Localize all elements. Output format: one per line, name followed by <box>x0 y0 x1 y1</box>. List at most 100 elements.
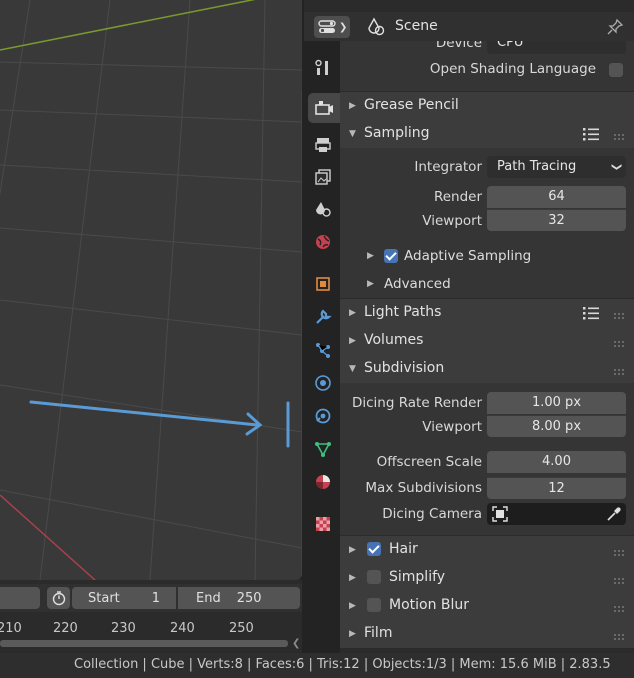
chevron-down-icon: ▼ <box>349 364 356 374</box>
status-bar: Collection | Cube | Verts:8 | Faces:6 | … <box>0 653 634 678</box>
panel-sampling[interactable]: ▼ Sampling <box>340 120 634 148</box>
drag-grip-icon[interactable] <box>614 630 626 646</box>
panel-volumes[interactable]: ▶ Volumes <box>340 327 634 355</box>
end-frame-field[interactable]: End 250 <box>178 587 300 609</box>
chevron-left-icon[interactable]: ❮ <box>292 638 300 649</box>
integrator-label: Integrator <box>414 159 482 175</box>
eyedropper-icon[interactable] <box>606 506 622 526</box>
panel-title: Light Paths <box>364 304 442 320</box>
ruler-tick: 250 <box>229 621 254 636</box>
panel-simplify[interactable]: ▶ Simplify <box>340 564 634 592</box>
motion-blur-checkbox[interactable] <box>367 598 381 612</box>
subpanel-advanced[interactable]: ▶ Advanced <box>340 274 634 296</box>
panel-title: Volumes <box>364 332 424 348</box>
panel-subdivision[interactable]: ▼ Subdivision <box>340 355 634 383</box>
properties-editor-icon <box>318 20 336 33</box>
advanced-label: Advanced <box>384 276 451 292</box>
panel-light-paths[interactable]: ▶ Light Paths <box>340 299 634 327</box>
dicing-rate-render-label: Dicing Rate Render <box>351 395 482 411</box>
dicing-camera-field[interactable] <box>487 503 626 525</box>
scene-icon <box>366 17 386 41</box>
viewport-samples-field[interactable]: 32 <box>487 209 626 231</box>
timeline: Start 1 End 250 210 220 230 240 250 ❮ <box>0 580 302 653</box>
scene-icon[interactable] <box>308 194 338 224</box>
panel-film[interactable]: ▶ Film <box>340 620 634 648</box>
pin-icon[interactable] <box>606 18 624 40</box>
panel-hair[interactable]: ▶ Hair <box>340 536 634 564</box>
subpanel-adaptive-sampling[interactable]: ▶ Adaptive Sampling <box>340 246 634 268</box>
start-frame-value: 1 <box>151 590 160 606</box>
drag-grip-icon[interactable] <box>614 130 626 146</box>
status-text: Collection | Cube | Verts:8 | Faces:6 | … <box>74 657 611 672</box>
render-samples-field[interactable]: 64 <box>487 186 626 208</box>
chevron-right-icon: ▶ <box>349 573 356 583</box>
chevron-right-icon: ▶ <box>349 629 356 639</box>
start-frame-field[interactable]: Start 1 <box>72 587 176 609</box>
panel-motion-blur[interactable]: ▶ Motion Blur <box>340 592 634 620</box>
end-frame-value: 250 <box>236 590 262 606</box>
chevron-right-icon: ▶ <box>349 601 356 611</box>
frame-ruler[interactable]: 210 220 230 240 250 <box>0 618 302 638</box>
offscreen-scale-field[interactable]: 4.00 <box>487 451 626 473</box>
drag-grip-icon[interactable] <box>614 574 626 590</box>
output-icon[interactable] <box>308 130 338 160</box>
presets-list-icon[interactable] <box>582 305 600 325</box>
material-icon[interactable] <box>308 467 338 497</box>
3d-viewport[interactable] <box>0 0 302 580</box>
presets-list-icon[interactable] <box>582 126 600 146</box>
tool-icon[interactable] <box>308 53 338 83</box>
stopwatch-icon[interactable] <box>47 587 70 609</box>
panel-title: Hair <box>389 541 418 557</box>
drag-grip-icon[interactable] <box>614 546 626 562</box>
particles-icon[interactable] <box>308 335 338 365</box>
chevron-down-icon: ❯ <box>339 21 348 33</box>
max-subdivisions-field[interactable]: 12 <box>487 477 626 499</box>
timeline-scrollbar[interactable] <box>0 640 288 647</box>
data-icon[interactable] <box>308 434 338 464</box>
device-label: Device <box>435 41 482 51</box>
dicing-camera-label: Dicing Camera <box>382 506 482 522</box>
object-selector-icon <box>492 506 508 526</box>
constraints-icon[interactable] <box>308 401 338 431</box>
modifier-icon[interactable] <box>308 302 338 332</box>
editor-type-button[interactable]: ❯ <box>314 16 350 38</box>
start-frame-label: Start <box>88 590 120 606</box>
dicing-rate-render-field[interactable]: 1.00 px <box>487 392 626 414</box>
max-subdivisions-label: Max Subdivisions <box>365 480 482 496</box>
panel-title: Sampling <box>364 125 430 141</box>
chevron-right-icon: ▶ <box>349 545 356 555</box>
properties-tabs <box>304 41 340 653</box>
y-axis-line <box>0 0 256 51</box>
playback-controls[interactable] <box>0 587 40 609</box>
world-icon[interactable] <box>308 227 338 257</box>
viewport-samples-label: Viewport <box>422 213 482 229</box>
device-dropdown[interactable]: CPU <box>487 41 626 54</box>
texture-icon[interactable] <box>308 509 338 539</box>
drag-grip-icon[interactable] <box>614 309 626 325</box>
ruler-tick: 240 <box>170 621 195 636</box>
x-axis-line <box>0 494 96 580</box>
panel-grease-pencil[interactable]: ▶ Grease Pencil <box>340 92 634 120</box>
adaptive-sampling-checkbox[interactable] <box>384 249 398 263</box>
ruler-tick: 220 <box>53 621 78 636</box>
render-properties-panel: Device CPU Open Shading Language ▶ Greas… <box>340 41 634 653</box>
view-layer-icon[interactable] <box>308 162 338 192</box>
dicing-viewport-field[interactable]: 8.00 px <box>487 415 626 437</box>
drag-grip-icon[interactable] <box>614 602 626 618</box>
viewport-grid <box>0 0 302 580</box>
object-icon[interactable] <box>308 269 338 299</box>
render-samples-label: Render <box>433 189 482 205</box>
render-icon[interactable] <box>308 93 340 123</box>
drag-grip-icon[interactable] <box>614 365 626 381</box>
simplify-checkbox[interactable] <box>367 570 381 584</box>
chevron-down-icon: ❯ <box>610 162 622 172</box>
osl-checkbox[interactable] <box>609 63 623 77</box>
drag-grip-icon[interactable] <box>614 337 626 353</box>
hair-checkbox[interactable] <box>367 542 381 556</box>
panel-title: Motion Blur <box>389 597 470 613</box>
integrator-dropdown[interactable]: Path Tracing ❯ <box>487 156 626 178</box>
physics-icon[interactable] <box>308 368 338 398</box>
chevron-right-icon: ▶ <box>367 251 374 261</box>
ruler-tick: 210 <box>0 621 22 636</box>
chevron-right-icon: ▶ <box>367 279 374 289</box>
